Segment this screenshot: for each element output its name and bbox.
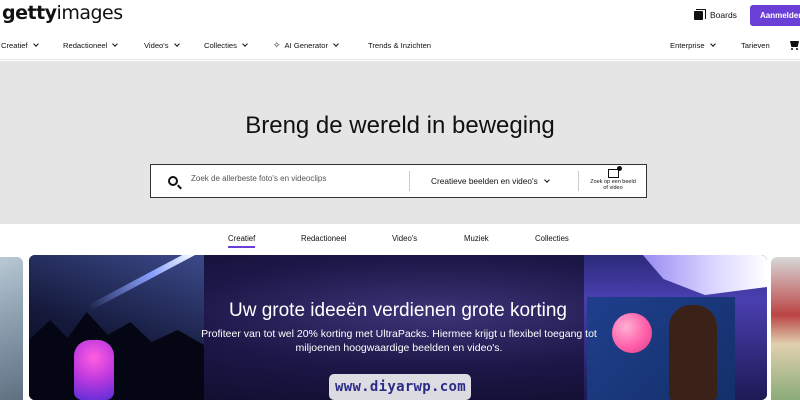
search-divider <box>409 171 410 191</box>
search-input[interactable] <box>191 174 401 183</box>
nav-item-trends[interactable]: Trends & Inzichten <box>368 41 431 50</box>
promo-subtitle: Profiteer van tot wel 20% korting met Ul… <box>201 328 597 354</box>
nav-item-enterprise[interactable]: Enterprise <box>670 41 716 50</box>
chevron-down-icon <box>32 41 39 47</box>
watermark-text: www.diyarwp.com <box>335 379 466 395</box>
getty-images-logo[interactable]: gettyimages <box>2 2 123 24</box>
nav-label: Enterprise <box>670 41 705 50</box>
search-divider <box>578 171 579 191</box>
chevron-down-icon <box>242 41 248 47</box>
chevron-down-icon <box>173 41 180 47</box>
tab-redactioneel[interactable]: Redactioneel <box>301 234 347 243</box>
visual-search-button[interactable]: Zoek op een beeld of video <box>588 166 638 197</box>
carousel-next-slide[interactable] <box>771 257 800 400</box>
search-icon[interactable] <box>168 176 178 186</box>
nav-label: Trends & Inzichten <box>368 41 432 50</box>
cart-icon[interactable] <box>789 40 800 51</box>
boards-label: Boards <box>710 9 737 20</box>
media-type-select[interactable]: Creatieve beelden en video's <box>431 176 550 186</box>
boards-link[interactable]: Boards <box>694 9 737 20</box>
logo-thin-part: images <box>56 2 124 24</box>
visual-search-label: Zoek op een beeld of video <box>590 179 636 191</box>
promo-title: Uw grote ideeën verdienen grote korting <box>229 300 567 321</box>
media-type-value: Creatieve beelden en video's <box>431 176 538 186</box>
hero-title: Breng de wereld in beweging <box>245 112 555 139</box>
nav-item-creatief[interactable]: Creatief <box>1 41 39 50</box>
nav-label: Video's <box>144 41 169 50</box>
nav-item-ai-generator[interactable]: ✧ AI Generator <box>273 40 339 50</box>
nav-item-collecties[interactable]: Collecties <box>204 41 248 50</box>
nav-item-tarieven[interactable]: Tarieven <box>741 41 770 50</box>
main-nav: Creatief Redactioneel Video's Collecties… <box>0 32 800 60</box>
top-bar: gettyimages Boards Aanmelden <box>0 0 800 32</box>
nav-label: Collecties <box>204 41 237 50</box>
login-button[interactable]: Aanmelden <box>750 5 800 26</box>
tab-muziek[interactable]: Muziek <box>464 234 489 243</box>
tab-collecties[interactable]: Collecties <box>535 234 569 243</box>
chevron-down-icon <box>709 41 716 47</box>
nav-label: Creatief <box>1 41 28 50</box>
nav-label: Tarieven <box>741 41 770 50</box>
search-bar: Creatieve beelden en video's Zoek op een… <box>150 164 647 198</box>
tab-creatief[interactable]: Creatief <box>228 234 256 248</box>
chevron-down-icon <box>112 41 119 47</box>
nav-label: Redactioneel <box>63 41 108 50</box>
hero-section: Breng de wereld in beweging Creatieve be… <box>0 61 800 224</box>
nav-item-redactioneel[interactable]: Redactioneel <box>63 41 119 50</box>
chevron-down-icon <box>543 176 550 183</box>
category-tabs: Creatief Redactioneel Video's Muziek Col… <box>0 225 800 253</box>
banner-astronaut-figure <box>74 340 114 400</box>
logo-bold-part: getty <box>2 2 57 24</box>
tab-videos[interactable]: Video's <box>392 234 417 243</box>
chevron-down-icon <box>333 41 339 47</box>
sparkle-icon: ✧ <box>273 40 281 50</box>
carousel-prev-slide[interactable] <box>0 257 23 400</box>
boards-icon <box>694 9 706 20</box>
nav-item-videos[interactable]: Video's <box>144 41 180 50</box>
nav-label: AI Generator <box>284 41 329 50</box>
image-search-icon <box>607 166 622 178</box>
